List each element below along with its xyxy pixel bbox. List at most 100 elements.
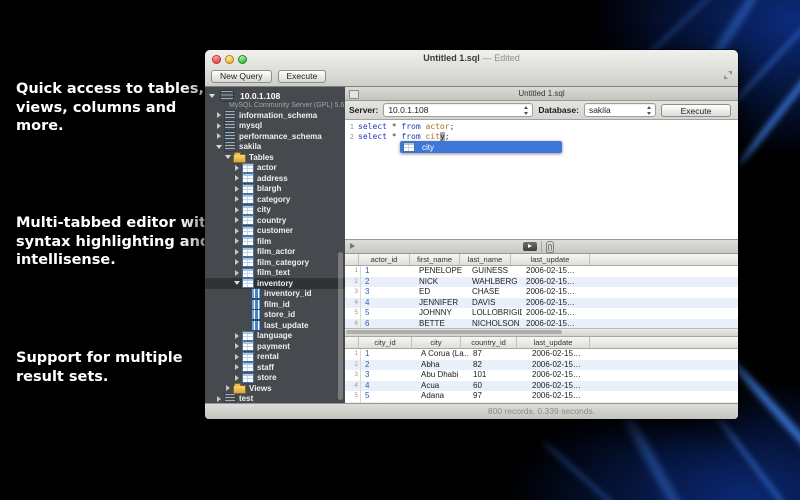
tree-item-sakila[interactable]: sakila [205,142,345,153]
disclosure-down-icon[interactable] [215,145,223,149]
column-header-first_name[interactable]: first_name [410,254,460,265]
tree-item-mysql[interactable]: mysql [205,121,345,132]
tree-item-film_id[interactable]: film_id [205,299,345,310]
resize-grip-icon[interactable] [724,71,732,79]
tree-item-film_category[interactable]: film_category [205,257,345,268]
minimize-button[interactable] [225,55,234,64]
tree-item-category[interactable]: category [205,194,345,205]
disclosure-right-icon[interactable] [215,123,223,129]
window-titlebar[interactable]: Untitled 1.sql— Edited [205,50,738,67]
tree-item-actor[interactable]: actor [205,163,345,174]
disclosure-down-icon[interactable] [233,281,241,285]
disclosure-right-icon[interactable] [215,112,223,118]
tree-item-film[interactable]: film [205,236,345,247]
column-header-last_update[interactable]: last_update [511,254,590,265]
table-row[interactable]: 55Adana972006-02-15… [345,391,738,402]
disclosure-right-icon[interactable] [215,396,223,402]
disclosure-right-icon[interactable] [233,343,241,349]
disclosure-right-icon[interactable] [224,385,232,391]
tree-item-inventory_id[interactable]: inventory_id [205,289,345,300]
scrollbar-thumb[interactable] [346,330,562,334]
database-dropdown[interactable]: sakila [584,103,656,117]
collapse-results-icon[interactable] [350,243,355,249]
edited-badge: — Edited [483,53,520,63]
disclosure-right-icon[interactable] [233,217,241,223]
tree-item-store[interactable]: store [205,373,345,384]
disclosure-right-icon[interactable] [233,186,241,192]
status-bar: 800 records. 0.339 seconds. [205,403,738,419]
execute-toolbar-button[interactable]: Execute [278,70,327,83]
table-cell: 60 [469,381,528,392]
tree-item-film_actor[interactable]: film_actor [205,247,345,258]
table-row[interactable]: 33Abu Dhabi1012006-02-15… [345,370,738,381]
column-header-actor_id[interactable]: actor_id [359,254,410,265]
attach-icon[interactable] [546,241,554,253]
server-dropdown[interactable]: 10.0.1.108 [383,103,533,117]
tree-item-last_update[interactable]: last_update [205,320,345,331]
new-tab-icon[interactable] [349,90,359,99]
disclosure-down-icon[interactable] [224,155,232,159]
table-icon [242,352,254,362]
sql-editor[interactable]: 1select * from actor;2select * from city… [345,120,738,239]
table-row[interactable]: 66BETTENICHOLSON2006-02-15… [345,319,738,329]
tree-item-film_text[interactable]: film_text [205,268,345,279]
tree-item-city[interactable]: city [205,205,345,216]
tree-item-blargh[interactable]: blargh [205,184,345,195]
tree-item-address[interactable]: address [205,173,345,184]
table-row[interactable]: 22NICKWAHLBERG2006-02-15… [345,277,738,288]
disclosure-right-icon[interactable] [233,249,241,255]
disclosure-right-icon[interactable] [233,196,241,202]
disclosure-right-icon[interactable] [233,165,241,171]
column-header-city[interactable]: city [412,337,461,348]
tree-item-staff[interactable]: staff [205,362,345,373]
export-results-icon[interactable] [523,242,537,251]
tree-item-label: actor [257,163,277,172]
execute-query-button[interactable]: Execute [661,104,731,117]
editor-lines: 1select * from actor;2select * from city… [345,122,738,141]
tree-item-information_schema[interactable]: information_schema [205,110,345,121]
column-header-last_name[interactable]: last_name [460,254,511,265]
zoom-button[interactable] [238,55,247,64]
disclosure-right-icon[interactable] [233,207,241,213]
table-row[interactable]: 22Abha822006-02-15… [345,360,738,371]
column-header-city_id[interactable]: city_id [359,337,412,348]
table-row[interactable]: 44JENNIFERDAVIS2006-02-15… [345,298,738,309]
tree-item-label: country [257,216,286,225]
column-header-country_id[interactable]: country_id [461,337,517,348]
table-row[interactable]: 44Acua602006-02-15… [345,381,738,392]
close-button[interactable] [212,55,221,64]
tree-item-language[interactable]: language [205,331,345,342]
tree-item-rental[interactable]: rental [205,352,345,363]
disclosure-right-icon[interactable] [233,375,241,381]
disclosure-right-icon[interactable] [215,133,223,139]
tree-item-payment[interactable]: payment [205,341,345,352]
tab-untitled[interactable]: Untitled 1.sql [345,87,738,100]
disclosure-right-icon[interactable] [233,333,241,339]
disclosure-right-icon[interactable] [233,354,241,360]
tree-item-inventory[interactable]: inventory [205,278,345,289]
table-row[interactable]: 55JOHNNYLOLLOBRIGIDA2006-02-15… [345,308,738,319]
tree-item-performance_schema[interactable]: performance_schema [205,131,345,142]
tree-item-Tables[interactable]: Tables [205,152,345,163]
server-header[interactable]: 10.0.1.108 MySQL Community Server (GPL) … [205,87,345,110]
disclosure-down-icon[interactable] [208,94,216,98]
column-header-last_update[interactable]: last_update [517,337,590,348]
disclosure-right-icon[interactable] [233,228,241,234]
tree-item-country[interactable]: country [205,215,345,226]
table-cell-filler [604,308,738,319]
tree-item-store_id[interactable]: store_id [205,310,345,321]
autocomplete-item-city[interactable]: city [400,141,562,153]
tree-item-customer[interactable]: customer [205,226,345,237]
table-row[interactable]: 33EDCHASE2006-02-15… [345,287,738,298]
disclosure-right-icon[interactable] [233,238,241,244]
sidebar-scrollbar-thumb[interactable] [338,252,343,400]
horizontal-scrollbar[interactable] [345,328,738,337]
table-row[interactable]: 11A Corua (La…872006-02-15… [345,349,738,360]
disclosure-right-icon[interactable] [233,270,241,276]
disclosure-right-icon[interactable] [233,364,241,370]
new-query-button[interactable]: New Query [211,70,272,83]
disclosure-right-icon[interactable] [233,259,241,265]
tree-item-Views[interactable]: Views [205,383,345,394]
table-row[interactable]: 11PENELOPEGUINESS2006-02-15… [345,266,738,277]
disclosure-right-icon[interactable] [233,175,241,181]
